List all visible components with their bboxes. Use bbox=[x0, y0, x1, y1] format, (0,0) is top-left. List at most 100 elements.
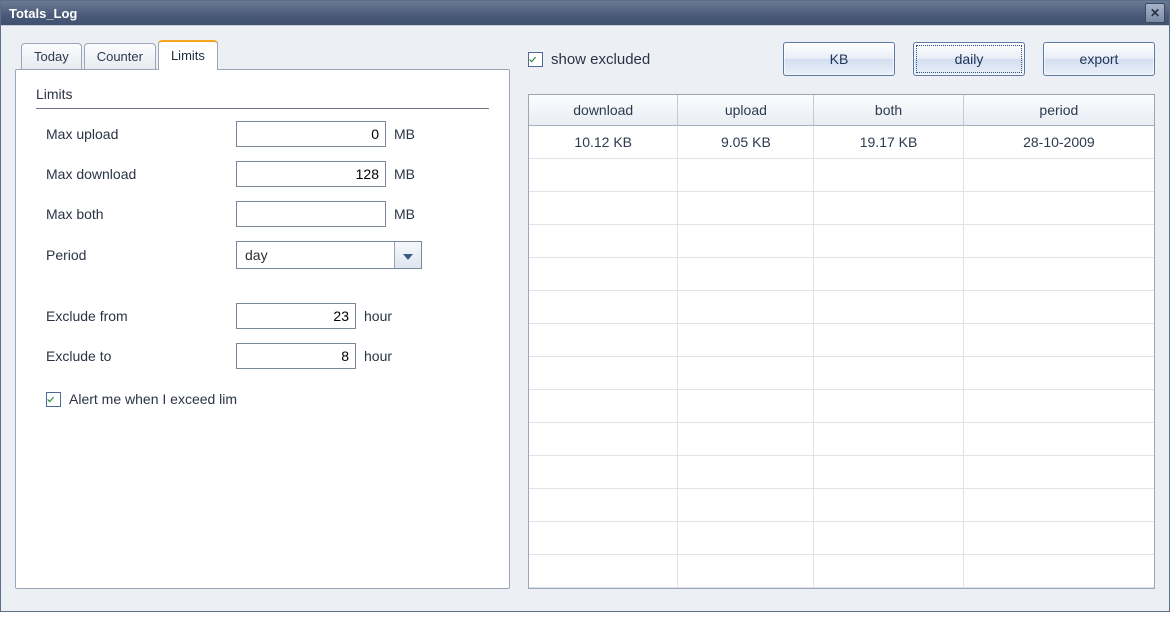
table-row bbox=[529, 258, 1154, 291]
cell-empty bbox=[814, 423, 963, 456]
table-row bbox=[529, 555, 1154, 588]
label-max-upload: Max upload bbox=[46, 126, 236, 142]
cell-empty bbox=[678, 258, 814, 291]
cell-empty bbox=[964, 555, 1154, 588]
cell-empty bbox=[529, 489, 678, 522]
close-button[interactable]: ✕ bbox=[1145, 3, 1165, 23]
cell-empty bbox=[814, 555, 963, 588]
cell-upload: 9.05 KB bbox=[678, 126, 814, 159]
table-row bbox=[529, 357, 1154, 390]
log-table: download upload both period 10.12 KB9.05… bbox=[528, 94, 1155, 589]
tab-counter[interactable]: Counter bbox=[84, 43, 156, 69]
check-icon bbox=[529, 54, 536, 65]
cell-empty bbox=[529, 258, 678, 291]
cell-empty bbox=[529, 225, 678, 258]
window-root: Totals_Log ✕ Today Counter Limits Limits… bbox=[0, 0, 1170, 612]
table-header-row: download upload both period bbox=[529, 95, 1154, 126]
cell-empty bbox=[964, 225, 1154, 258]
table-row bbox=[529, 192, 1154, 225]
cell-empty bbox=[678, 192, 814, 225]
table-row[interactable]: 10.12 KB9.05 KB19.17 KB28-10-2009 bbox=[529, 126, 1154, 159]
cell-empty bbox=[964, 258, 1154, 291]
cell-empty bbox=[678, 423, 814, 456]
toolbar: show excluded KB daily export bbox=[528, 40, 1155, 76]
input-max-download[interactable] bbox=[236, 161, 386, 187]
col-period[interactable]: period bbox=[964, 95, 1154, 126]
checkbox-show-excluded[interactable] bbox=[528, 52, 543, 67]
cell-empty bbox=[529, 357, 678, 390]
cell-empty bbox=[814, 390, 963, 423]
right-column: show excluded KB daily export download u… bbox=[528, 40, 1155, 589]
cell-empty bbox=[814, 456, 963, 489]
cell-empty bbox=[964, 159, 1154, 192]
left-column: Today Counter Limits Limits Max upload M… bbox=[15, 40, 510, 589]
unit-max-download: MB bbox=[394, 166, 415, 182]
label-max-both: Max both bbox=[46, 206, 236, 222]
cell-empty bbox=[529, 555, 678, 588]
cell-empty bbox=[529, 390, 678, 423]
kb-button[interactable]: KB bbox=[783, 42, 895, 76]
close-icon: ✕ bbox=[1150, 6, 1160, 20]
section-divider bbox=[36, 108, 489, 109]
cell-empty bbox=[678, 555, 814, 588]
table-row bbox=[529, 423, 1154, 456]
titlebar: Totals_Log ✕ bbox=[1, 1, 1169, 25]
row-exclude-to: Exclude to hour bbox=[36, 343, 489, 369]
input-exclude-from[interactable] bbox=[236, 303, 356, 329]
cell-empty bbox=[814, 324, 963, 357]
select-period[interactable]: day bbox=[236, 241, 422, 269]
select-period-dropdown-button[interactable] bbox=[394, 242, 421, 268]
cell-empty bbox=[814, 258, 963, 291]
row-max-upload: Max upload MB bbox=[36, 121, 489, 147]
cell-empty bbox=[814, 291, 963, 324]
tab-today[interactable]: Today bbox=[21, 43, 82, 69]
label-exclude-to: Exclude to bbox=[46, 348, 236, 364]
table-row bbox=[529, 159, 1154, 192]
cell-period: 28-10-2009 bbox=[964, 126, 1154, 159]
unit-exclude-to: hour bbox=[364, 348, 392, 364]
cell-empty bbox=[529, 159, 678, 192]
cell-empty bbox=[814, 489, 963, 522]
table-row bbox=[529, 324, 1154, 357]
cell-empty bbox=[814, 225, 963, 258]
cell-empty bbox=[529, 291, 678, 324]
daily-button[interactable]: daily bbox=[913, 42, 1025, 76]
select-period-value: day bbox=[237, 242, 394, 268]
col-upload[interactable]: upload bbox=[678, 95, 814, 126]
input-exclude-to[interactable] bbox=[236, 343, 356, 369]
cell-empty bbox=[964, 522, 1154, 555]
unit-max-upload: MB bbox=[394, 126, 415, 142]
cell-empty bbox=[964, 489, 1154, 522]
tab-limits[interactable]: Limits bbox=[158, 40, 218, 70]
row-period: Period day bbox=[36, 241, 489, 269]
cell-empty bbox=[964, 192, 1154, 225]
cell-empty bbox=[529, 192, 678, 225]
cell-empty bbox=[678, 357, 814, 390]
input-max-upload[interactable] bbox=[236, 121, 386, 147]
cell-empty bbox=[964, 390, 1154, 423]
cell-empty bbox=[529, 456, 678, 489]
cell-empty bbox=[814, 192, 963, 225]
row-alert-checkbox: Alert me when I exceed lim bbox=[36, 391, 489, 407]
input-max-both[interactable] bbox=[236, 201, 386, 227]
cell-empty bbox=[814, 159, 963, 192]
cell-empty bbox=[964, 357, 1154, 390]
cell-empty bbox=[678, 489, 814, 522]
cell-empty bbox=[529, 423, 678, 456]
limits-section-title: Limits bbox=[36, 86, 489, 106]
cell-both: 19.17 KB bbox=[814, 126, 963, 159]
export-button[interactable]: export bbox=[1043, 42, 1155, 76]
checkbox-alert[interactable] bbox=[46, 392, 61, 407]
label-show-excluded: show excluded bbox=[551, 51, 650, 68]
table-row bbox=[529, 225, 1154, 258]
col-download[interactable]: download bbox=[529, 95, 678, 126]
limits-panel: Limits Max upload MB Max download MB Max… bbox=[15, 69, 510, 589]
cell-empty bbox=[529, 522, 678, 555]
col-both[interactable]: both bbox=[814, 95, 963, 126]
spacer bbox=[36, 283, 489, 303]
table-row bbox=[529, 390, 1154, 423]
cell-download: 10.12 KB bbox=[529, 126, 678, 159]
label-max-download: Max download bbox=[46, 166, 236, 182]
cell-empty bbox=[678, 159, 814, 192]
table-row bbox=[529, 291, 1154, 324]
